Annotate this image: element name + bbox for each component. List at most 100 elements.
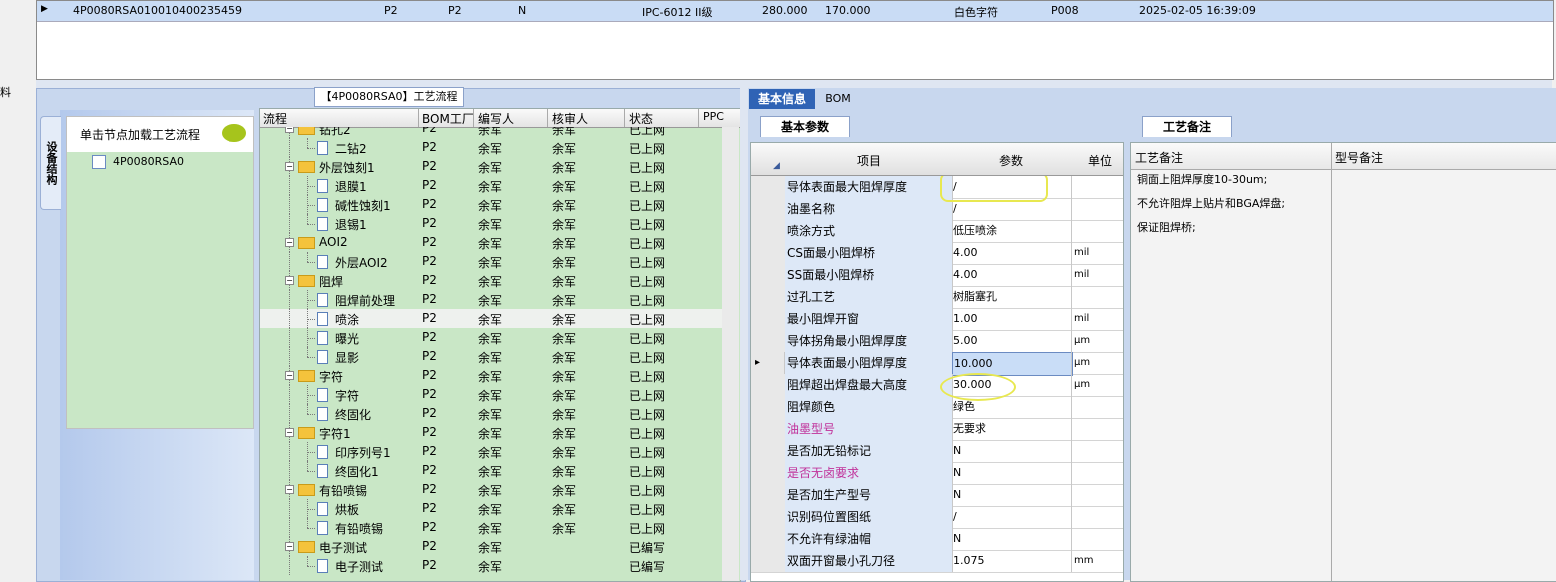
col-reviewer[interactable]: 核审人 bbox=[552, 110, 588, 127]
row-indicator[interactable] bbox=[751, 462, 786, 484]
table-row[interactable]: 终固化1 P2 余军 余军 已上网 bbox=[260, 461, 722, 480]
table-row[interactable]: − 字符 P2 余军 余军 已上网 bbox=[260, 366, 722, 385]
row-indicator[interactable] bbox=[751, 506, 786, 528]
table-row[interactable]: 导体表面最大阻焊厚度 / bbox=[751, 176, 1123, 199]
table-row[interactable]: 油墨型号 无要求 bbox=[751, 418, 1123, 441]
table-row[interactable]: − 阻焊 P2 余军 余军 已上网 bbox=[260, 271, 722, 290]
table-row[interactable]: 电子测试 P2 余军 已编写 bbox=[260, 556, 722, 575]
param-value[interactable]: 低压喷涂 bbox=[952, 220, 1071, 242]
table-row[interactable]: 导体拐角最小阻焊厚度 5.00 μm bbox=[751, 330, 1123, 353]
col-unit[interactable]: 单位 bbox=[1088, 152, 1112, 169]
row-indicator[interactable] bbox=[751, 550, 786, 572]
col-item[interactable]: 项目 bbox=[857, 152, 881, 169]
row-indicator[interactable] bbox=[751, 330, 786, 352]
table-row[interactable]: 喷涂 P2 余军 余军 已上网 bbox=[260, 309, 722, 328]
table-row[interactable]: − 钻孔2 P2 余军 余军 已上网 bbox=[260, 127, 722, 138]
row-indicator[interactable] bbox=[751, 220, 786, 242]
table-row[interactable]: 识别码位置图纸 / bbox=[751, 506, 1123, 529]
table-row[interactable]: 有铅喷锡 P2 余军 余军 已上网 bbox=[260, 518, 722, 537]
param-value[interactable]: 树脂塞孔 bbox=[952, 286, 1071, 308]
table-row[interactable]: SS面最小阻焊桥 4.00 mil bbox=[751, 264, 1123, 287]
horizontal-splitter[interactable] bbox=[36, 80, 1552, 88]
col-process-note[interactable]: 工艺备注 bbox=[1135, 149, 1183, 166]
collapse-icon[interactable]: − bbox=[285, 162, 294, 171]
tab-basic-params[interactable]: 基本参数 bbox=[760, 116, 850, 137]
tab-bom[interactable]: BOM bbox=[818, 89, 858, 109]
param-value[interactable]: / bbox=[952, 506, 1071, 528]
table-row[interactable]: CS面最小阻焊桥 4.00 mil bbox=[751, 242, 1123, 265]
collapse-icon[interactable]: − bbox=[285, 485, 294, 494]
table-row[interactable]: 阻焊超出焊盘最大高度 30.000 μm bbox=[751, 374, 1123, 397]
row-indicator[interactable] bbox=[751, 374, 786, 396]
param-value[interactable]: N bbox=[952, 484, 1071, 506]
table-row[interactable]: − 有铅喷锡 P2 余军 余军 已上网 bbox=[260, 480, 722, 499]
param-value[interactable]: 1.00 bbox=[952, 308, 1071, 330]
table-row[interactable]: 退膜1 P2 余军 余军 已上网 bbox=[260, 176, 722, 195]
table-row[interactable]: 退锡1 P2 余军 余军 已上网 bbox=[260, 214, 722, 233]
table-row[interactable]: 油墨名称 / bbox=[751, 198, 1123, 221]
param-value[interactable]: N bbox=[952, 528, 1071, 550]
collapse-icon[interactable]: − bbox=[285, 127, 294, 133]
row-indicator[interactable]: ▸ bbox=[751, 352, 785, 374]
row-indicator[interactable] bbox=[751, 176, 786, 198]
col-bom[interactable]: BOM工厂 bbox=[422, 110, 474, 127]
table-row[interactable]: 阻焊颜色 绿色 bbox=[751, 396, 1123, 419]
row-indicator[interactable] bbox=[751, 242, 786, 264]
table-row[interactable]: 过孔工艺 树脂塞孔 bbox=[751, 286, 1123, 309]
table-row[interactable]: 最小阻焊开窗 1.00 mil bbox=[751, 308, 1123, 331]
param-value[interactable]: 5.00 bbox=[952, 330, 1071, 352]
collapse-icon[interactable]: − bbox=[285, 428, 294, 437]
collapse-icon[interactable]: − bbox=[285, 276, 294, 285]
top-grid-row[interactable]: ▶ 4P0080RSA0 10010400235459 P2 P2 N IPC-… bbox=[37, 1, 1553, 22]
table-row[interactable]: 是否加生产型号 N bbox=[751, 484, 1123, 507]
table-row[interactable]: 二钻2 P2 余军 余军 已上网 bbox=[260, 138, 722, 157]
tab-structure[interactable]: 设备结构 bbox=[40, 116, 61, 210]
col-writer[interactable]: 编写人 bbox=[478, 110, 514, 127]
param-value[interactable]: 4.00 bbox=[952, 264, 1071, 286]
process-scrollbar[interactable] bbox=[722, 127, 739, 581]
table-row[interactable]: 不允许有绿油帽 N bbox=[751, 528, 1123, 551]
table-row[interactable]: ▸ 导体表面最小阻焊厚度 10.000 μm bbox=[751, 352, 1123, 376]
table-row[interactable]: − 电子测试 P2 余军 已编写 bbox=[260, 537, 722, 556]
row-indicator[interactable] bbox=[751, 308, 786, 330]
param-value[interactable]: 1.075 bbox=[952, 550, 1071, 572]
table-row[interactable]: 印序列号1 P2 余军 余军 已上网 bbox=[260, 442, 722, 461]
table-row[interactable]: 阻焊前处理 P2 余军 余军 已上网 bbox=[260, 290, 722, 309]
table-row[interactable]: − AOI2 P2 余军 余军 已上网 bbox=[260, 233, 722, 252]
row-indicator[interactable] bbox=[751, 440, 786, 462]
table-row[interactable]: − 字符1 P2 余军 余军 已上网 bbox=[260, 423, 722, 442]
row-indicator[interactable] bbox=[751, 528, 786, 550]
row-indicator[interactable] bbox=[751, 198, 786, 220]
row-indicator[interactable] bbox=[751, 396, 786, 418]
vertical-splitter[interactable] bbox=[740, 88, 748, 580]
table-row[interactable]: 碱性蚀刻1 P2 余军 余军 已上网 bbox=[260, 195, 722, 214]
col-flow[interactable]: 流程 bbox=[263, 110, 287, 127]
tab-process-notes[interactable]: 工艺备注 bbox=[1142, 116, 1232, 137]
table-row[interactable]: 字符 P2 余军 余军 已上网 bbox=[260, 385, 722, 404]
collapse-icon[interactable]: − bbox=[285, 371, 294, 380]
row-indicator[interactable] bbox=[751, 418, 786, 440]
table-row[interactable]: 显影 P2 余军 余军 已上网 bbox=[260, 347, 722, 366]
param-value[interactable]: 4.00 bbox=[952, 242, 1071, 264]
collapse-icon[interactable]: − bbox=[285, 238, 294, 247]
col-param[interactable]: 参数 bbox=[999, 152, 1023, 169]
param-value[interactable]: N bbox=[952, 440, 1071, 462]
collapse-icon[interactable]: − bbox=[285, 542, 294, 551]
tree-node-part[interactable]: 4P0080RSA0 bbox=[113, 155, 184, 168]
tab-basic-info[interactable]: 基本信息 bbox=[749, 89, 815, 109]
col-status[interactable]: 状态 bbox=[629, 110, 653, 127]
param-value[interactable]: 无要求 bbox=[952, 418, 1071, 440]
table-row[interactable]: 曝光 P2 余军 余军 已上网 bbox=[260, 328, 722, 347]
col-model-note[interactable]: 型号备注 bbox=[1335, 149, 1383, 166]
table-row[interactable]: − 外层蚀刻1 P2 余军 余军 已上网 bbox=[260, 157, 722, 176]
row-indicator[interactable] bbox=[751, 264, 786, 286]
table-row[interactable]: 是否无卤要求 N bbox=[751, 462, 1123, 485]
table-row[interactable]: 外层AOI2 P2 余军 余军 已上网 bbox=[260, 252, 722, 271]
table-row[interactable]: 双面开窗最小孔刀径 1.075 mm bbox=[751, 550, 1123, 573]
table-row[interactable]: 喷涂方式 低压喷涂 bbox=[751, 220, 1123, 243]
col-ppc[interactable]: PPC bbox=[703, 110, 724, 123]
table-row[interactable]: 烘板 P2 余军 余军 已上网 bbox=[260, 499, 722, 518]
row-indicator[interactable] bbox=[751, 286, 786, 308]
row-indicator[interactable] bbox=[751, 484, 786, 506]
param-value[interactable]: N bbox=[952, 462, 1071, 484]
